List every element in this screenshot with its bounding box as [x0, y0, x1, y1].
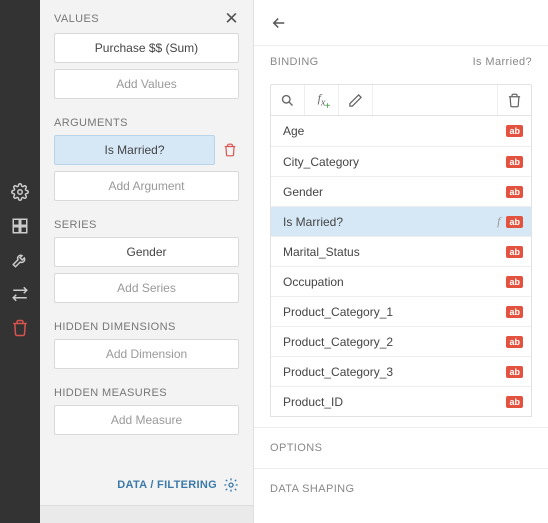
values-item[interactable]: Purchase $$ (Sum)	[54, 33, 239, 63]
icon-toolbar	[0, 0, 40, 523]
field-row[interactable]: Product_Category_2 ab	[271, 326, 531, 356]
gear-icon	[223, 477, 239, 493]
field-name: Product_Category_2	[283, 335, 393, 349]
section-arguments-title: ARGUMENTS	[40, 105, 253, 135]
field-type-tag: ab	[506, 186, 523, 198]
binding-toolbar: fx+	[270, 84, 532, 116]
field-row[interactable]: Gender ab	[271, 176, 531, 206]
back-arrow-icon[interactable]	[270, 14, 288, 32]
data-filtering-label: DATA / FILTERING	[117, 479, 217, 491]
section-series-title: SERIES	[40, 207, 253, 237]
panel-scroll-handle[interactable]	[40, 505, 253, 523]
field-name: Marital_Status	[283, 245, 360, 259]
field-row[interactable]: Age ab	[271, 116, 531, 146]
field-row[interactable]: Occupation ab	[271, 266, 531, 296]
delete-icon[interactable]	[497, 85, 531, 115]
data-items-panel: VALUES ✕ Purchase $$ (Sum) Add Values AR…	[40, 0, 254, 523]
add-values-button[interactable]: Add Values	[54, 69, 239, 99]
field-type-tag: ab	[506, 366, 523, 378]
layout-icon[interactable]	[0, 209, 40, 243]
field-type-tag: ab	[506, 276, 523, 288]
section-values-title: VALUES	[54, 13, 99, 25]
calc-field-icon: f	[497, 214, 500, 229]
field-type-tag: ab	[506, 396, 523, 408]
close-icon[interactable]: ✕	[224, 10, 239, 27]
field-list: AgeabCity_CategoryabGenderabIs Married?f…	[270, 116, 532, 417]
app-frame: VALUES ✕ Purchase $$ (Sum) Add Values AR…	[0, 0, 548, 523]
binding-title: BINDING	[270, 56, 319, 68]
data-filtering-button[interactable]: DATA / FILTERING	[40, 465, 253, 505]
field-name: Occupation	[283, 275, 344, 289]
field-name: Gender	[283, 185, 323, 199]
edit-icon[interactable]	[339, 85, 373, 115]
field-type-tag: ab	[506, 246, 523, 258]
binding-panel: BINDING Is Married? fx+ AgeabCity_Catego…	[254, 0, 548, 523]
delete-argument-icon[interactable]	[221, 143, 239, 157]
field-name: Is Married?	[283, 215, 343, 229]
search-icon[interactable]	[271, 85, 305, 115]
field-type-tag: ab	[506, 336, 523, 348]
field-name: Age	[283, 124, 304, 138]
options-section[interactable]: OPTIONS	[254, 427, 548, 468]
field-name: City_Category	[283, 155, 359, 169]
field-type-tag: ab	[506, 216, 523, 228]
section-hidden-dimensions-title: HIDDEN DIMENSIONS	[40, 309, 253, 339]
series-item[interactable]: Gender	[54, 237, 239, 267]
field-row[interactable]: Product_Category_3 ab	[271, 356, 531, 386]
gear-icon[interactable]	[0, 175, 40, 209]
field-row[interactable]: Product_Category_1 ab	[271, 296, 531, 326]
add-measure-button[interactable]: Add Measure	[54, 405, 239, 435]
section-hidden-measures-title: HIDDEN MEASURES	[40, 375, 253, 405]
field-row[interactable]: City_Category ab	[271, 146, 531, 176]
data-shaping-section[interactable]: DATA SHAPING	[254, 468, 548, 509]
field-type-tag: ab	[506, 125, 523, 137]
add-calc-field-icon[interactable]: fx+	[305, 85, 339, 115]
trash-icon[interactable]	[0, 311, 40, 345]
swap-icon[interactable]	[0, 277, 40, 311]
binding-current: Is Married?	[473, 56, 532, 68]
field-row[interactable]: Is Married? fab	[271, 206, 531, 236]
arguments-item[interactable]: Is Married?	[54, 135, 215, 165]
field-type-tag: ab	[506, 306, 523, 318]
field-row[interactable]: Marital_Status ab	[271, 236, 531, 266]
field-name: Product_Category_1	[283, 305, 393, 319]
field-type-tag: ab	[506, 156, 523, 168]
field-row[interactable]: Product_ID ab	[271, 386, 531, 416]
add-argument-button[interactable]: Add Argument	[54, 171, 239, 201]
field-name: Product_Category_3	[283, 365, 393, 379]
field-name: Product_ID	[283, 395, 343, 409]
add-dimension-button[interactable]: Add Dimension	[54, 339, 239, 369]
wrench-icon[interactable]	[0, 243, 40, 277]
add-series-button[interactable]: Add Series	[54, 273, 239, 303]
